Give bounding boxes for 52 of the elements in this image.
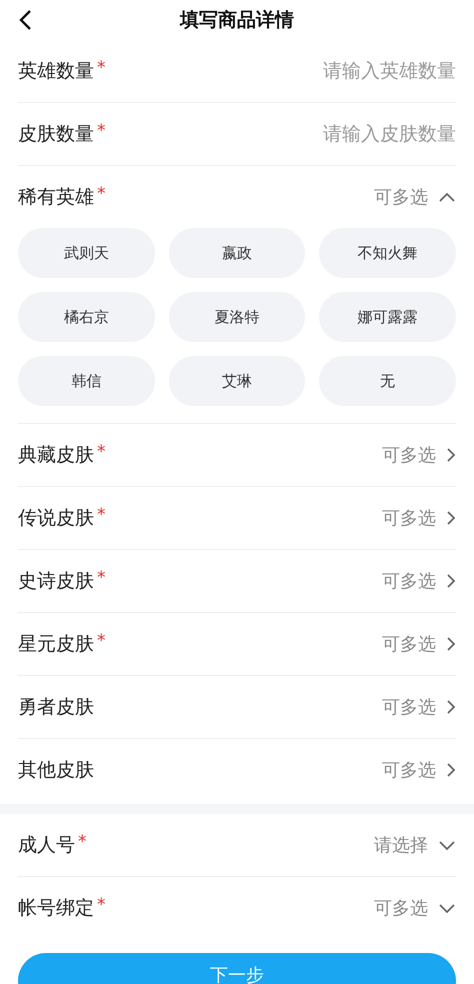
select-value[interactable]: 可多选 — [382, 443, 436, 467]
select-value[interactable]: 可多选 — [382, 569, 436, 593]
field-label: 史诗皮肤 — [18, 569, 94, 594]
required-mark: * — [97, 184, 106, 204]
option-chip[interactable]: 娜可露露 — [319, 292, 456, 342]
field-label: 稀有英雄 — [18, 185, 94, 210]
select-value[interactable]: 可多选 — [374, 185, 428, 209]
field-label: 成人号 — [18, 833, 75, 858]
field-label: 帐号绑定 — [18, 896, 94, 921]
next-button[interactable]: 下一步 — [18, 953, 456, 984]
chevron-right-icon[interactable] — [446, 762, 456, 778]
select-value[interactable]: 可多选 — [382, 506, 436, 530]
field-label: 皮肤数量 — [18, 122, 94, 147]
field-label: 典藏皮肤 — [18, 443, 94, 468]
select-value[interactable]: 可多选 — [382, 632, 436, 656]
option-chip[interactable]: 武则天 — [18, 228, 155, 278]
required-mark: * — [97, 505, 106, 525]
option-chip[interactable]: 无 — [319, 356, 456, 406]
select-value[interactable]: 可多选 — [382, 758, 436, 782]
chevron-right-icon[interactable] — [446, 699, 456, 715]
required-mark: * — [97, 58, 106, 78]
field-label: 星元皮肤 — [18, 632, 94, 657]
input-field[interactable]: 请输入英雄数量 — [118, 60, 456, 82]
option-chip[interactable]: 不知火舞 — [319, 228, 456, 278]
required-mark: * — [97, 895, 106, 915]
field-label: 英雄数量 — [18, 59, 94, 84]
select-value[interactable]: 请选择 — [374, 833, 428, 857]
select-value[interactable]: 可多选 — [382, 695, 436, 719]
select-value[interactable]: 可多选 — [374, 896, 428, 920]
chevron-right-icon[interactable] — [446, 447, 456, 463]
chevron-up-icon[interactable] — [438, 192, 456, 202]
required-mark: * — [97, 568, 106, 588]
required-mark: * — [78, 832, 86, 852]
chevron-down-icon[interactable] — [438, 840, 456, 850]
input-field[interactable]: 请输入皮肤数量 — [118, 123, 456, 145]
chevron-right-icon[interactable] — [446, 573, 456, 589]
option-chip[interactable]: 嬴政 — [168, 228, 306, 278]
required-mark: * — [97, 631, 106, 651]
chevron-right-icon[interactable] — [446, 636, 456, 652]
page-title: 填写商品详情 — [180, 8, 294, 33]
field-label: 其他皮肤 — [18, 758, 94, 783]
chevron-right-icon[interactable] — [446, 510, 456, 526]
option-chip[interactable]: 韩信 — [18, 356, 155, 406]
required-mark: * — [97, 121, 106, 141]
option-chip[interactable]: 艾琳 — [168, 356, 306, 406]
back-icon[interactable] — [18, 9, 32, 31]
option-chip[interactable]: 夏洛特 — [168, 292, 306, 342]
required-mark: * — [97, 442, 106, 462]
field-label: 传说皮肤 — [18, 506, 94, 531]
field-label: 勇者皮肤 — [18, 695, 94, 720]
chevron-down-icon[interactable] — [438, 902, 456, 914]
option-chip[interactable]: 橘右京 — [18, 292, 155, 342]
